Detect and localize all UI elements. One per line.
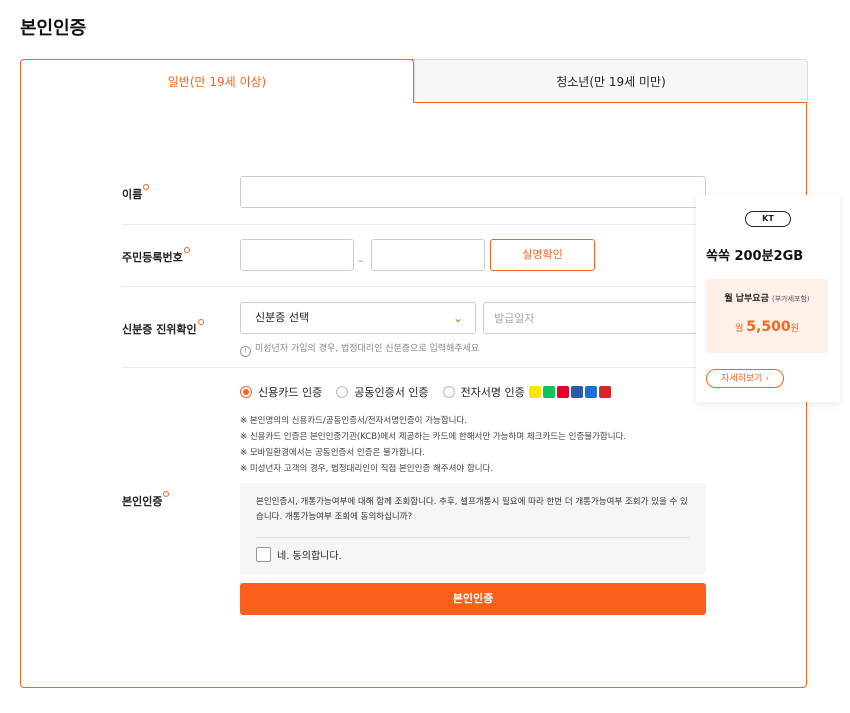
auth-label: 본인인증 [122, 491, 170, 509]
required-dot [197, 319, 204, 325]
rrn-separator: – [358, 254, 364, 267]
payco-icon [598, 386, 611, 398]
radio-indicator[interactable] [336, 386, 349, 398]
consent-box: 본인인증시, 개통가능여부에 대해 함께 조회합니다. 추후, 셀프개통시 필요… [240, 483, 706, 574]
identity-auth-button[interactable]: 본인인증 [240, 583, 706, 615]
radio-indicator[interactable] [240, 386, 252, 398]
name-label: 이름 [122, 184, 150, 202]
radio-credit-card[interactable]: 신용카드 인증 [240, 384, 322, 400]
tab-general[interactable]: 일반(만 19세 이상) [20, 59, 414, 103]
info-icon: ! [240, 346, 251, 357]
divider [256, 537, 690, 538]
signature-app-icons [528, 386, 611, 398]
pass-icon [556, 386, 569, 398]
fee-box: 월 납부요금 (부가세포함) 월 5,500원 [706, 279, 828, 353]
required-dot [183, 247, 190, 253]
required-dot [163, 491, 170, 497]
divider [122, 367, 706, 368]
auth-notes: ※ 본인명의의 신용카드/공동인증서/전자서명인증이 가능합니다. ※ 신용카드… [240, 413, 626, 477]
name-input[interactable] [240, 176, 706, 208]
issue-date-input[interactable] [483, 302, 706, 334]
toss-icon [584, 386, 597, 398]
fee-label: 월 납부요금 (부가세포함) [724, 294, 810, 304]
radio-indicator[interactable] [442, 386, 455, 398]
note-item: ※ 신용카드 인증은 본인인증기관(KCB)에서 제공하는 카드에 한해서만 가… [240, 432, 627, 442]
carrier-badge: KT [745, 211, 791, 227]
plan-summary-card: KT 쏙쏙 200분2GB 월 납부요금 (부가세포함) 월 5,500원 자세… [696, 195, 840, 402]
fee-amount: 월 5,500원 [735, 319, 799, 335]
id-check-label: 신분증 진위확인 [122, 319, 204, 337]
plan-name: 쏙쏙 200분2GB [706, 249, 804, 264]
id-type-value: 신분증 선택 [255, 311, 310, 324]
auth-method-group: 신용카드 인증 공동인증서 인증 전자서명 인증 [240, 384, 611, 400]
checkbox-indicator[interactable] [256, 547, 271, 562]
divider [122, 286, 706, 287]
consent-text: 본인인증시, 개통가능여부에 대해 함께 조회합니다. 추후, 셀프개통시 필요… [256, 497, 688, 522]
naver-icon [542, 386, 555, 398]
id-hint: ! 미성년자 가입의 경우, 법정대리인 신분증으로 입력해주세요 [240, 341, 479, 357]
required-dot [143, 184, 150, 190]
bank-icon [570, 386, 583, 398]
kakao-icon [528, 386, 541, 398]
verify-name-button[interactable]: 실명확인 [490, 239, 595, 271]
consent-checkbox[interactable]: 네. 동의합니다. [256, 547, 342, 562]
tab-youth[interactable]: 청소년(만 19세 미만) [414, 59, 808, 103]
rrn-front-input[interactable] [240, 239, 354, 271]
chevron-right-icon: › [765, 374, 769, 384]
id-type-select[interactable]: 신분증 선택 ⌄ [240, 302, 476, 334]
note-item: ※ 모바일환경에서는 공동인증서 인증은 불가합니다. [240, 448, 425, 458]
divider [122, 224, 706, 225]
note-item: ※ 미성년자 고객의 경우, 법정대리인이 직접 본인인증 해주셔야 합니다. [240, 464, 494, 474]
tab-gap [21, 101, 413, 104]
page-title: 본인인증 [20, 18, 87, 39]
chevron-down-icon: ⌄ [452, 311, 463, 325]
rrn-back-input[interactable] [371, 239, 485, 271]
radio-joint-cert[interactable]: 공동인증서 인증 [336, 384, 429, 400]
note-item: ※ 본인명의의 신용카드/공동인증서/전자서명인증이 가능합니다. [240, 416, 467, 426]
details-button[interactable]: 자세히보기 › [706, 369, 784, 388]
radio-e-signature[interactable]: 전자서명 인증 [442, 384, 525, 400]
rrn-label: 주민등록번호 [122, 247, 190, 265]
